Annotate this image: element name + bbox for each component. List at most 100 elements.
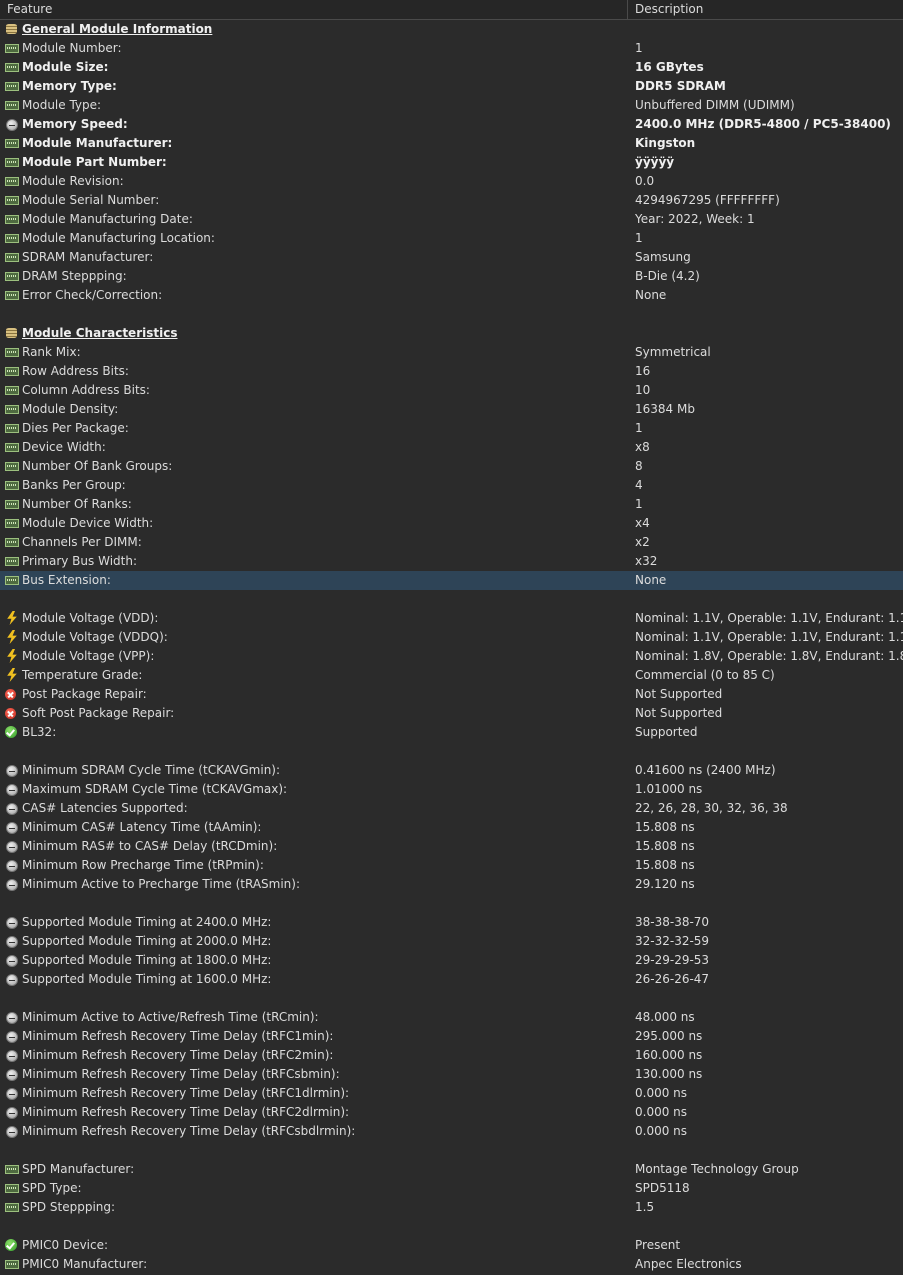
list-item[interactable]: Primary Bus Width: x32 bbox=[0, 552, 903, 571]
list-item[interactable]: Supported Module Timing at 2000.0 MHz: 32… bbox=[0, 932, 903, 951]
description-value: 0.000 ns bbox=[635, 1086, 688, 1100]
list-item[interactable]: SPD Steppping: 1.5 bbox=[0, 1198, 903, 1217]
list-item[interactable]: Module Number: 1 bbox=[0, 39, 903, 58]
list-item[interactable]: Number Of Bank Groups: 8 bbox=[0, 457, 903, 476]
list-item[interactable]: Memory Type: DDR5 SDRAM bbox=[0, 77, 903, 96]
list-item[interactable]: Minimum Active to Active/Refresh Time (t… bbox=[0, 1008, 903, 1027]
description-value: None bbox=[635, 573, 667, 587]
list-item[interactable]: Minimum RAS# to CAS# Delay (tRCDmin): 15.… bbox=[0, 837, 903, 856]
list-item[interactable]: Module Revision: 0.0 bbox=[0, 172, 903, 191]
feature-label: Module Manufacturing Date: bbox=[22, 212, 193, 226]
description-value: 0.000 ns bbox=[635, 1124, 688, 1138]
feature-label: Module Size: bbox=[22, 60, 109, 74]
list-item[interactable]: Supported Module Timing at 1800.0 MHz: 29… bbox=[0, 951, 903, 970]
memory-icon bbox=[5, 462, 19, 471]
list-item[interactable]: Module Manufacturer: Kingston bbox=[0, 134, 903, 153]
feature-label: Supported Module Timing at 2400.0 MHz: bbox=[22, 915, 272, 929]
list-item[interactable]: Memory Speed: 2400.0 MHz (DDR5-4800 / PC5… bbox=[0, 115, 903, 134]
list-item[interactable]: Banks Per Group: 4 bbox=[0, 476, 903, 495]
list-item[interactable]: PMIC0 Device: Present bbox=[0, 1236, 903, 1255]
list-item[interactable]: Minimum Refresh Recovery Time Delay (tRF… bbox=[0, 1065, 903, 1084]
column-header-feature[interactable]: Feature bbox=[0, 0, 628, 19]
list-item[interactable]: BL32: Supported bbox=[0, 723, 903, 742]
list-item[interactable]: CAS# Latencies Supported: 22, 26, 28, 30,… bbox=[0, 799, 903, 818]
feature-label: Minimum Refresh Recovery Time Delay (tRF… bbox=[22, 1048, 334, 1062]
list-item[interactable]: Maximum SDRAM Cycle Time (tCKAVGmax): 1.0… bbox=[0, 780, 903, 799]
list-item[interactable]: Module Size: 16 GBytes bbox=[0, 58, 903, 77]
feature-label: SDRAM Manufacturer: bbox=[22, 250, 154, 264]
memory-icon bbox=[5, 348, 19, 357]
description-value: 130.000 ns bbox=[635, 1067, 703, 1081]
feature-label: Module Serial Number: bbox=[22, 193, 160, 207]
feature-label: Module Voltage (VPP): bbox=[22, 649, 155, 663]
description-value: 160.000 ns bbox=[635, 1048, 703, 1062]
list-item[interactable]: Minimum CAS# Latency Time (tAAmin): 15.80… bbox=[0, 818, 903, 837]
memory-icon bbox=[5, 367, 19, 376]
list-item[interactable]: Module Serial Number: 4294967295 (FFFFFFF… bbox=[0, 191, 903, 210]
list-item[interactable]: Minimum Refresh Recovery Time Delay (tRF… bbox=[0, 1084, 903, 1103]
clock-icon bbox=[6, 119, 18, 131]
list-item[interactable]: Supported Module Timing at 1600.0 MHz: 26… bbox=[0, 970, 903, 989]
list-item[interactable]: Module Voltage (VDDQ): Nominal: 1.1V, Ope… bbox=[0, 628, 903, 647]
list-item[interactable]: Soft Post Package Repair: Not Supported bbox=[0, 704, 903, 723]
feature-label: Primary Bus Width: bbox=[22, 554, 137, 568]
list-item[interactable]: SPD Manufacturer: Montage Technology Grou… bbox=[0, 1160, 903, 1179]
feature-label: Minimum Row Precharge Time (tRPmin): bbox=[22, 858, 264, 872]
feature-label: Module Characteristics bbox=[22, 326, 178, 340]
list-item[interactable]: Device Width: x8 bbox=[0, 438, 903, 457]
list-item[interactable]: Error Check/Correction: None bbox=[0, 286, 903, 305]
list-item[interactable]: DRAM Steppping: B-Die (4.2) bbox=[0, 267, 903, 286]
clock-icon bbox=[6, 765, 18, 777]
list-item[interactable]: SPD Type: SPD5118 bbox=[0, 1179, 903, 1198]
list-item[interactable]: Minimum Refresh Recovery Time Delay (tRF… bbox=[0, 1103, 903, 1122]
feature-label: Module Voltage (VDD): bbox=[22, 611, 159, 625]
feature-label: Supported Module Timing at 1800.0 MHz: bbox=[22, 953, 272, 967]
list-item[interactable]: Minimum Active to Precharge Time (tRASmi… bbox=[0, 875, 903, 894]
clock-icon bbox=[6, 1031, 18, 1043]
list-item[interactable]: Module Manufacturing Location: 1 bbox=[0, 229, 903, 248]
feature-label: Banks Per Group: bbox=[22, 478, 126, 492]
memory-icon bbox=[5, 424, 19, 433]
section-header[interactable]: Module Characteristics bbox=[0, 324, 903, 343]
feature-label: Dies Per Package: bbox=[22, 421, 129, 435]
feature-label: Bus Extension: bbox=[22, 573, 111, 587]
clock-icon bbox=[6, 1088, 18, 1100]
clock-icon bbox=[6, 1050, 18, 1062]
lightning-icon bbox=[7, 668, 17, 682]
list-item[interactable]: Minimum SDRAM Cycle Time (tCKAVGmin): 0.4… bbox=[0, 761, 903, 780]
clock-icon bbox=[6, 803, 18, 815]
feature-list[interactable]: General Module Information Module Number:… bbox=[0, 20, 903, 1274]
list-item[interactable]: Minimum Row Precharge Time (tRPmin): 15.8… bbox=[0, 856, 903, 875]
list-item[interactable]: Minimum Refresh Recovery Time Delay (tRF… bbox=[0, 1046, 903, 1065]
spacer-row bbox=[0, 590, 903, 609]
list-item[interactable]: Module Voltage (VDD): Nominal: 1.1V, Oper… bbox=[0, 609, 903, 628]
list-item[interactable]: SDRAM Manufacturer: Samsung bbox=[0, 248, 903, 267]
list-item[interactable]: Module Manufacturing Date: Year: 2022, We… bbox=[0, 210, 903, 229]
column-header-description[interactable]: Description bbox=[628, 0, 903, 19]
list-item[interactable]: Channels Per DIMM: x2 bbox=[0, 533, 903, 552]
list-item[interactable]: Module Voltage (VPP): Nominal: 1.8V, Oper… bbox=[0, 647, 903, 666]
list-item[interactable]: Row Address Bits: 16 bbox=[0, 362, 903, 381]
memory-icon bbox=[5, 177, 19, 186]
list-item[interactable]: Module Device Width: x4 bbox=[0, 514, 903, 533]
section-header[interactable]: General Module Information bbox=[0, 20, 903, 39]
list-item[interactable]: Rank Mix: Symmetrical bbox=[0, 343, 903, 362]
list-item[interactable]: Minimum Refresh Recovery Time Delay (tRF… bbox=[0, 1027, 903, 1046]
list-item[interactable]: Module Type: Unbuffered DIMM (UDIMM) bbox=[0, 96, 903, 115]
list-item[interactable]: PMIC0 Manufacturer: Anpec Electronics bbox=[0, 1255, 903, 1274]
list-item[interactable]: Bus Extension: None bbox=[0, 571, 903, 590]
feature-label: Error Check/Correction: bbox=[22, 288, 163, 302]
list-item[interactable]: Temperature Grade: Commercial (0 to 85 C) bbox=[0, 666, 903, 685]
list-item[interactable]: Column Address Bits: 10 bbox=[0, 381, 903, 400]
list-item[interactable]: Minimum Refresh Recovery Time Delay (tRF… bbox=[0, 1122, 903, 1141]
list-item[interactable]: Supported Module Timing at 2400.0 MHz: 38… bbox=[0, 913, 903, 932]
list-item[interactable]: Post Package Repair: Not Supported bbox=[0, 685, 903, 704]
list-item[interactable]: Module Density: 16384 Mb bbox=[0, 400, 903, 419]
list-item[interactable]: Number Of Ranks: 1 bbox=[0, 495, 903, 514]
memory-icon bbox=[5, 557, 19, 566]
list-item[interactable]: Dies Per Package: 1 bbox=[0, 419, 903, 438]
list-item[interactable]: Module Part Number: ÿÿÿÿÿ bbox=[0, 153, 903, 172]
memory-icon bbox=[5, 538, 19, 547]
memory-icon bbox=[5, 386, 19, 395]
clock-icon bbox=[6, 955, 18, 967]
